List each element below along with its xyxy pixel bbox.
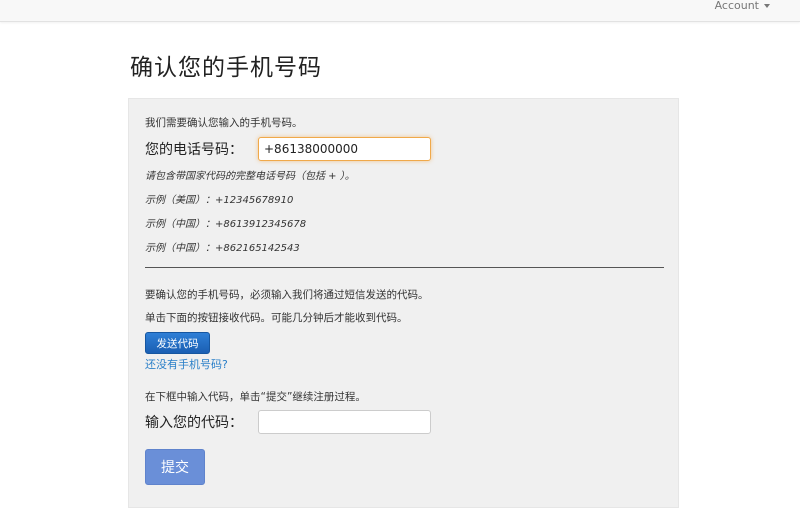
code-input[interactable]	[258, 410, 431, 434]
send-code-button[interactable]: 发送代码	[145, 332, 210, 354]
submit-button[interactable]: 提交	[145, 449, 205, 485]
top-navbar: Account	[0, 0, 800, 22]
intro-text: 我们需要确认您输入的手机号码。	[145, 117, 303, 129]
account-label: Account	[714, 0, 759, 12]
enter-code-text: 在下框中输入代码，单击“提交”继续注册过程。	[145, 391, 366, 403]
account-menu[interactable]: Account	[715, 0, 770, 12]
divider	[145, 267, 664, 268]
no-phone-link[interactable]: 还没有手机号码?	[145, 356, 228, 372]
example-us: 示例（美国）：+12345678910	[145, 195, 294, 206]
phone-label: 您的电话号码：	[145, 142, 243, 158]
example-cn-2: 示例（中国）：+862165142543	[145, 243, 300, 254]
code-label: 输入您的代码：	[145, 415, 243, 431]
caret-down-icon	[764, 4, 770, 8]
phone-input[interactable]	[258, 137, 431, 161]
page-title: 确认您的手机号码	[130, 55, 322, 81]
confirm-text: 要确认您的手机号码，必须输入我们将通过短信发送的代码。	[145, 289, 429, 301]
example-cn-1: 示例（中国）：+8613912345678	[145, 219, 307, 230]
country-code-hint: 请包含带国家代码的完整电话号码（包括 + ）。	[145, 171, 355, 182]
verification-panel: 我们需要确认您输入的手机号码。 您的电话号码： 请包含带国家代码的完整电话号码（…	[128, 98, 679, 508]
click-text: 单击下面的按钮接收代码。可能几分钟后才能收到代码。	[145, 312, 408, 324]
